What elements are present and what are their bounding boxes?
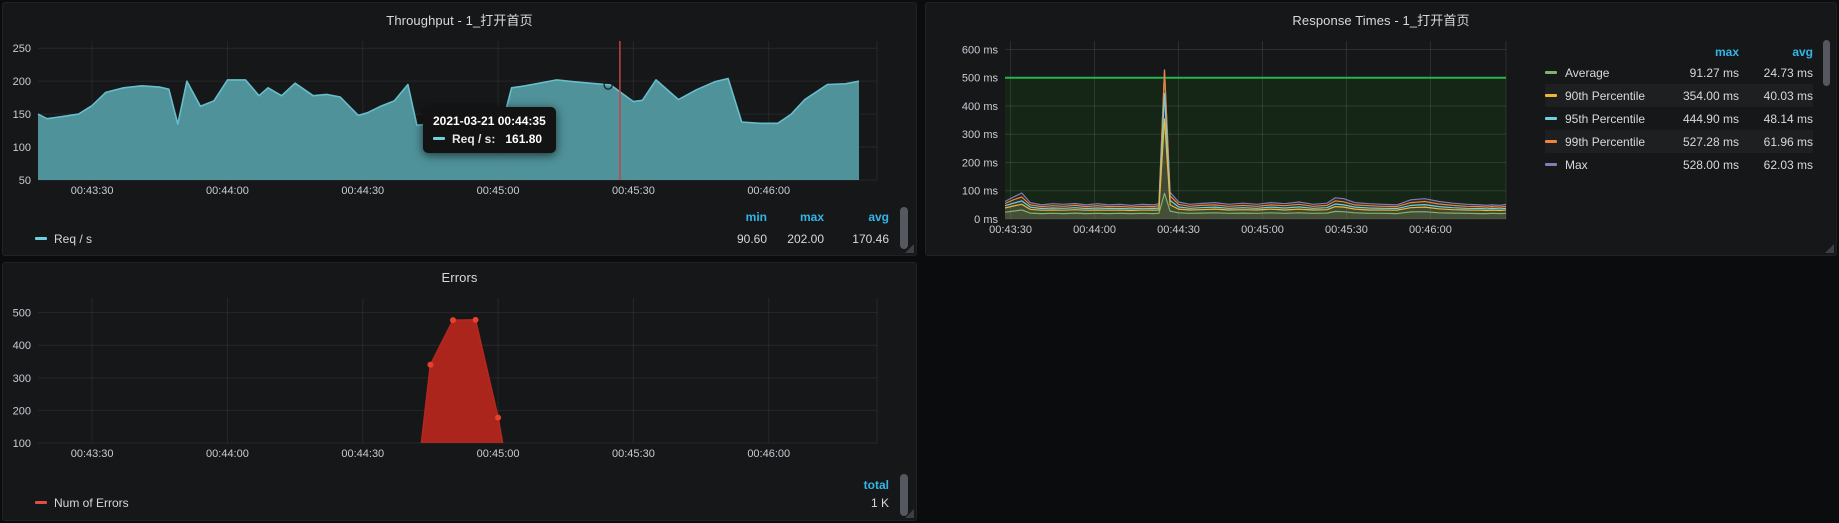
svg-text:600 ms: 600 ms [962, 44, 999, 56]
legend-avg-value: 170.46 [824, 232, 889, 246]
legend-row-max[interactable]: Max528.00 ms62.03 ms [1545, 153, 1813, 176]
svg-text:00:44:00: 00:44:00 [1073, 224, 1116, 236]
svg-text:00:43:30: 00:43:30 [71, 448, 114, 460]
tooltip-series-row: Req / s: 161.80 [433, 132, 546, 146]
tooltip-series-label: Req / s: [452, 132, 495, 146]
legend-header-total[interactable]: total [824, 478, 889, 492]
legend-row-average[interactable]: Average91.27 ms24.73 ms [1545, 61, 1813, 84]
graph-tooltip: 2021-03-21 00:44:35 Req / s: 161.80 [423, 107, 556, 153]
svg-text:00:45:00: 00:45:00 [477, 185, 520, 197]
legend-header-min[interactable]: min [710, 210, 767, 224]
legend-max-value: 527.28 ms [1651, 135, 1739, 149]
legend-avg-value: 24.73 ms [1739, 66, 1813, 80]
legend-header-max[interactable]: max [767, 210, 824, 224]
errors-chart[interactable]: 500 400 300 200 100 00:43:30 00:44:00 00:44:30 0… [3, 263, 916, 520]
dashboard: { "ui": { "header_link_color": "#33B5E5"… [0, 0, 1839, 523]
svg-text:00:44:30: 00:44:30 [1157, 224, 1200, 236]
legend-row-99th-percentile[interactable]: 99th Percentile527.28 ms61.96 ms [1545, 130, 1813, 153]
series-color-dash [35, 501, 47, 504]
svg-text:500: 500 [13, 308, 31, 320]
svg-text:50: 50 [19, 175, 31, 187]
series-color-dash [1545, 94, 1557, 97]
svg-text:200 ms: 200 ms [962, 157, 999, 169]
response-legend-header: max avg [1545, 43, 1813, 61]
svg-text:00:46:00: 00:46:00 [747, 448, 790, 460]
panel-resize-handle[interactable] [905, 244, 914, 253]
legend-avg-value: 61.96 ms [1739, 135, 1813, 149]
series-color-dash [35, 237, 47, 240]
legend-scrollbar[interactable] [1823, 40, 1830, 86]
svg-text:300 ms: 300 ms [962, 129, 999, 141]
tooltip-value: 161.80 [505, 132, 542, 146]
tooltip-timestamp: 2021-03-21 00:44:35 [433, 114, 546, 128]
legend-row-90th-percentile[interactable]: 90th Percentile354.00 ms40.03 ms [1545, 84, 1813, 107]
svg-text:00:45:00: 00:45:00 [1241, 224, 1284, 236]
series-name[interactable]: 99th Percentile [1565, 135, 1651, 149]
svg-text:00:44:00: 00:44:00 [206, 448, 249, 460]
legend-stat-headers: min max avg [710, 210, 889, 224]
legend-stat-values: 90.60 202.00 170.46 [710, 232, 889, 246]
legend-stat-headers: total [824, 478, 889, 492]
legend-scrollbar[interactable] [900, 207, 908, 249]
svg-text:100: 100 [13, 142, 31, 154]
series-name: Req / s [54, 232, 92, 246]
svg-text:00:43:30: 00:43:30 [989, 224, 1032, 236]
svg-text:150: 150 [13, 109, 31, 121]
legend-series-reqs[interactable]: Req / s [35, 232, 92, 246]
svg-text:100 ms: 100 ms [962, 186, 999, 198]
svg-text:200: 200 [13, 405, 31, 417]
svg-text:00:44:30: 00:44:30 [341, 185, 384, 197]
legend-avg-value: 40.03 ms [1739, 89, 1813, 103]
panel-throughput: Throughput - 1_打开首页 2502001501005000:43:… [2, 2, 917, 256]
series-color-dash [1545, 71, 1557, 74]
tooltip-series-dash [433, 137, 445, 140]
svg-text:00:45:00: 00:45:00 [477, 448, 520, 460]
response-legend-table: max avg Average91.27 ms24.73 ms90th Perc… [1545, 43, 1813, 176]
svg-text:00:45:30: 00:45:30 [612, 185, 655, 197]
svg-text:00:46:00: 00:46:00 [747, 185, 790, 197]
legend-total-value: 1 K [824, 496, 889, 510]
legend-max-value: 528.00 ms [1651, 158, 1739, 172]
series-name[interactable]: Average [1565, 66, 1651, 80]
response-legend-rows: Average91.27 ms24.73 ms90th Percentile35… [1545, 61, 1813, 176]
series-color-dash [1545, 117, 1557, 120]
svg-text:500 ms: 500 ms [962, 73, 999, 85]
svg-text:00:44:30: 00:44:30 [341, 448, 384, 460]
svg-text:250: 250 [13, 43, 31, 55]
series-name[interactable]: 95th Percentile [1565, 112, 1651, 126]
series-name[interactable]: Max [1565, 158, 1651, 172]
legend-max-value: 444.90 ms [1651, 112, 1739, 126]
legend-max-value: 202.00 [767, 232, 824, 246]
legend-header-avg[interactable]: avg [1739, 45, 1813, 59]
legend-avg-value: 48.14 ms [1739, 112, 1813, 126]
series-name[interactable]: 90th Percentile [1565, 89, 1651, 103]
legend-row-95th-percentile[interactable]: 95th Percentile444.90 ms48.14 ms [1545, 107, 1813, 130]
svg-text:400: 400 [13, 340, 31, 352]
series-color-dash [1545, 140, 1557, 143]
series-color-dash [1545, 163, 1557, 166]
legend-series-num-of-errors[interactable]: Num of Errors [35, 496, 129, 510]
svg-text:00:43:30: 00:43:30 [71, 185, 114, 197]
legend-max-value: 91.27 ms [1651, 66, 1739, 80]
svg-text:00:45:30: 00:45:30 [1325, 224, 1368, 236]
svg-text:400 ms: 400 ms [962, 101, 999, 113]
series-name: Num of Errors [54, 496, 129, 510]
svg-text:200: 200 [13, 76, 31, 88]
svg-text:00:46:00: 00:46:00 [1409, 224, 1452, 236]
legend-header-avg[interactable]: avg [824, 210, 889, 224]
legend-min-value: 90.60 [710, 232, 767, 246]
svg-text:100: 100 [13, 438, 31, 450]
svg-text:300: 300 [13, 373, 31, 385]
panel-errors: Errors 50040030020010000:43:3000:44:0000… [2, 262, 917, 521]
legend-header-max[interactable]: max [1651, 45, 1739, 59]
svg-text:00:45:30: 00:45:30 [612, 448, 655, 460]
legend-max-value: 354.00 ms [1651, 89, 1739, 103]
legend-avg-value: 62.03 ms [1739, 158, 1813, 172]
panel-response-times: Response Times - 1_打开首页 600 ms500 ms400 … [925, 2, 1837, 256]
legend-stat-values: 1 K [824, 496, 889, 510]
svg-text:00:44:00: 00:44:00 [206, 185, 249, 197]
panel-resize-handle[interactable] [1825, 244, 1834, 253]
panel-resize-handle[interactable] [905, 509, 914, 518]
